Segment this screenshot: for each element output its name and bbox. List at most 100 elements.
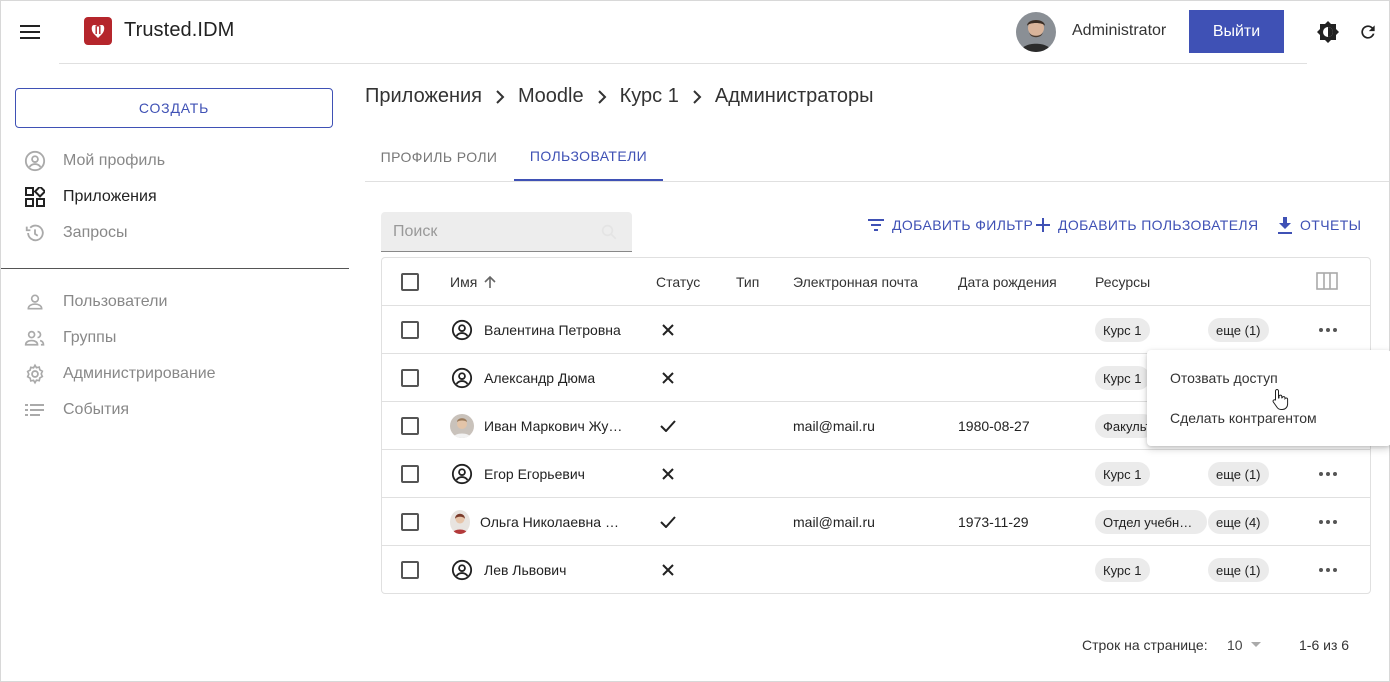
more-resources-chip[interactable]: еще (1) [1208,318,1269,342]
row-checkbox[interactable] [401,417,419,435]
tab-role-profile[interactable]: ПРОФИЛЬ РОЛИ [365,132,513,181]
sidebar-item-users[interactable]: Пользователи [23,289,167,315]
breadcrumb-item[interactable]: Приложения [365,85,482,108]
sidebar-item-groups[interactable]: Группы [23,325,116,351]
list-icon [23,398,47,422]
add-filter-button[interactable]: ДОБАВИТЬ ФИЛЬТР [868,213,1033,237]
column-header-birthdate[interactable]: Дата рождения [958,274,1057,290]
row-checkbox[interactable] [401,369,419,387]
column-header-type[interactable]: Тип [736,274,759,290]
select-all-checkbox[interactable] [401,273,419,291]
account-circle-icon [450,366,474,390]
menu-item-revoke-access[interactable]: Отозвать доступ [1147,358,1390,398]
sidebar-item-label: Мой профиль [63,152,166,169]
sidebar-item-applications[interactable]: Приложения [23,184,157,210]
menu-icon[interactable] [15,17,45,47]
user-avatar[interactable] [1016,12,1056,52]
table-row[interactable]: Лев Львович Курс 1 еще (1) [382,546,1370,594]
tab-bar: ПРОФИЛЬ РОЛИ ПОЛЬЗОВАТЕЛИ [365,132,1389,182]
user-birthdate: 1973-11-29 [958,514,1029,530]
table-row[interactable]: Валентина Петровна Курс 1 еще (1) [382,306,1370,354]
chevron-right-icon [692,89,702,104]
sidebar-item-events[interactable]: События [23,397,129,423]
sidebar-item-label: Пользователи [63,293,168,310]
filter-icon [868,219,884,231]
hand-pointer-icon [1272,388,1290,410]
user-name: Валентина Петровна [484,322,621,338]
check-icon [657,415,679,437]
refresh-icon[interactable] [1355,19,1381,45]
table-row[interactable]: Егор Егорьевич Курс 1 еще (1) [382,450,1370,498]
logout-button[interactable]: Выйти [1189,10,1284,53]
search-field [381,212,632,252]
user-name: Иван Маркович Жу… [484,418,623,434]
user-email: mail@mail.ru [793,418,875,434]
more-resources-chip[interactable]: еще (4) [1208,510,1269,534]
username: Administrator [1072,22,1167,39]
row-checkbox[interactable] [401,321,419,339]
add-user-button[interactable]: ДОБАВИТЬ ПОЛЬЗОВАТЕЛЯ [1036,213,1259,237]
sidebar-divider [1,268,349,269]
resource-chip[interactable]: Факульт [1095,414,1155,438]
row-checkbox[interactable] [401,513,419,531]
breadcrumb-current: Администраторы [714,85,874,107]
resource-chip[interactable]: Курс 1 [1095,462,1150,486]
create-button[interactable]: СОЗДАТЬ [15,88,333,128]
sidebar-item-my-profile[interactable]: Мой профиль [23,148,165,174]
pagination-range: 1-6 из 6 [1299,637,1350,653]
check-icon [657,511,679,533]
header-divider [59,63,1307,64]
breadcrumb-item[interactable]: Курс 1 [620,85,679,108]
more-horiz-icon[interactable] [1314,463,1342,485]
sidebar-item-label: События [63,401,130,418]
more-horiz-icon[interactable] [1314,511,1342,533]
search-input[interactable] [381,212,632,251]
app-header: Trusted.IDM Administrator Выйти [1,1,1389,63]
user-birthdate: 1980-08-27 [958,418,1030,434]
resource-chip[interactable]: Отдел учебн… [1095,510,1207,534]
user-name: Ольга Николаевна … [480,514,619,530]
breadcrumb: Приложения Moodle Курс 1 Администраторы [365,85,874,108]
more-horiz-icon[interactable] [1314,319,1342,341]
add-user-label: ДОБАВИТЬ ПОЛЬЗОВАТЕЛЯ [1058,217,1259,233]
sort-arrow-up-icon [484,275,496,288]
search-icon[interactable] [600,223,618,246]
resource-chip[interactable]: Курс 1 [1095,318,1150,342]
sidebar-item-label: Запросы [63,224,128,241]
account-circle-icon [450,462,474,486]
resource-chip[interactable]: Курс 1 [1095,558,1150,582]
account-circle-icon [23,149,47,173]
column-header-status[interactable]: Статус [656,274,700,290]
close-icon [657,463,679,485]
more-horiz-icon[interactable] [1314,559,1342,581]
resource-chip[interactable]: Курс 1 [1095,366,1150,390]
person-icon [23,290,47,314]
group-icon [23,326,47,350]
close-icon [657,319,679,341]
sidebar-item-requests[interactable]: Запросы [23,220,128,246]
history-icon [23,221,47,245]
rows-per-page-select[interactable]: 10 [1227,637,1261,653]
sidebar-item-label: Группы [63,329,117,346]
chevron-right-icon [495,89,505,104]
sidebar-item-administration[interactable]: Администрирование [23,361,216,387]
theme-toggle-icon[interactable] [1315,19,1341,45]
account-circle-icon [450,318,474,342]
table-row[interactable]: Ольга Николаевна … mail@mail.ru 1973-11-… [382,498,1370,546]
more-resources-chip[interactable]: еще (1) [1208,558,1269,582]
columns-icon[interactable] [1316,272,1338,292]
reports-button[interactable]: ОТЧЕТЫ [1278,213,1361,237]
user-name: Егор Егорьевич [484,466,585,482]
row-checkbox[interactable] [401,561,419,579]
user-photo [450,510,470,534]
breadcrumb-item[interactable]: Moodle [518,85,584,108]
row-checkbox[interactable] [401,465,419,483]
apps-grid-icon [23,185,47,209]
column-header-email[interactable]: Электронная почта [793,274,918,290]
column-header-resources[interactable]: Ресурсы [1095,274,1150,290]
menu-item-make-counterparty[interactable]: Сделать контрагентом [1147,398,1390,438]
column-header-name[interactable]: Имя [450,274,497,290]
add-filter-label: ДОБАВИТЬ ФИЛЬТР [892,217,1034,233]
tab-users[interactable]: ПОЛЬЗОВАТЕЛИ [514,132,663,181]
more-resources-chip[interactable]: еще (1) [1208,462,1269,486]
